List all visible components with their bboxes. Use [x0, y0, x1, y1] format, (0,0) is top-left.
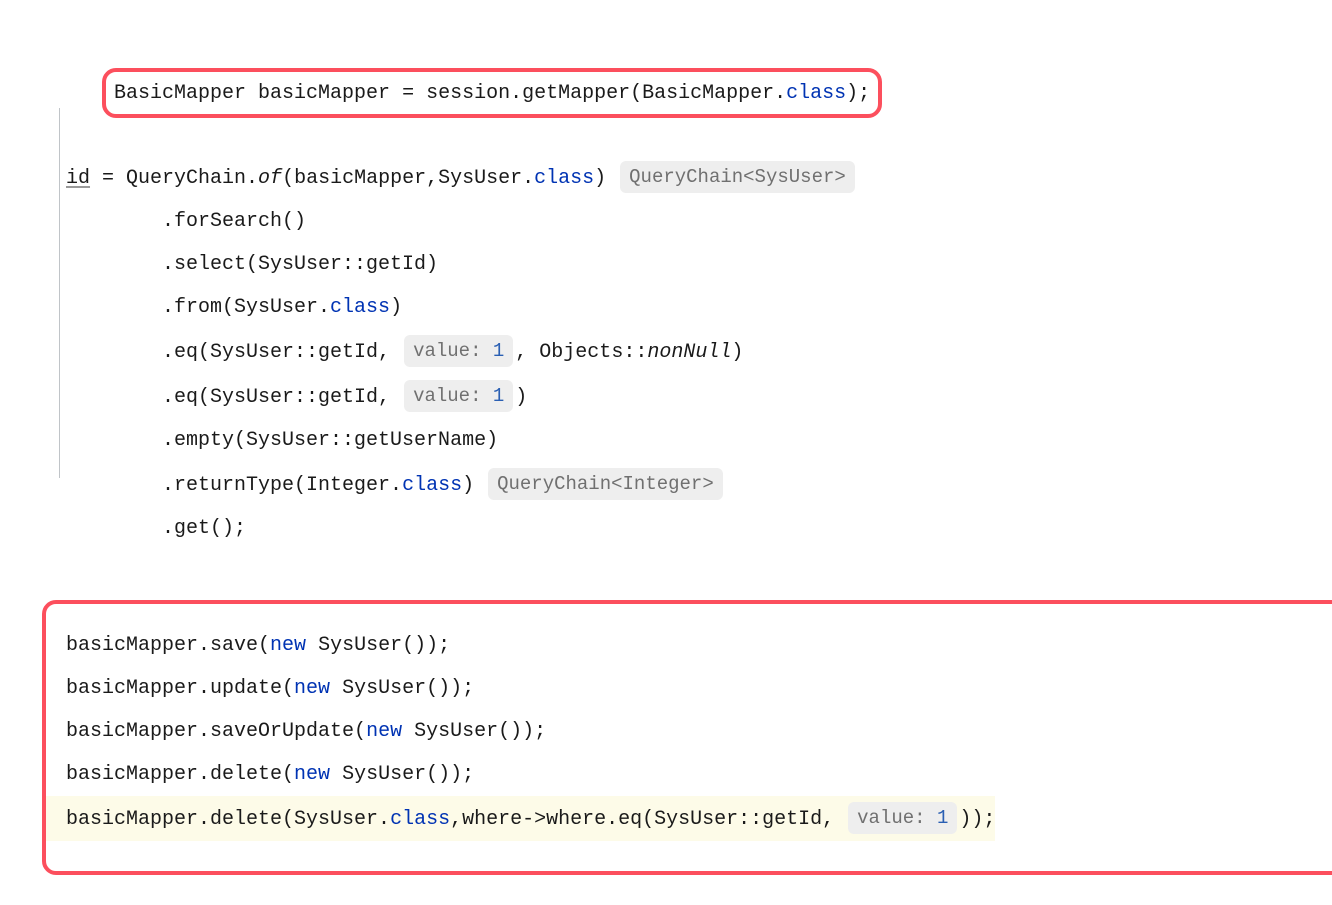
keyword-class: class [402, 474, 462, 497]
code-text: (basicMapper,SysUser. [282, 167, 534, 190]
code-line[interactable]: basicMapper.save(new SysUser()); [66, 624, 575, 667]
code-line[interactable]: .returnType(Integer.class) QueryChain<In… [66, 462, 1292, 507]
highlight-box: BasicMapper basicMapper = session.getMap… [102, 68, 882, 118]
fold-guide [59, 108, 60, 478]
code-text: basicMapper.save( [66, 634, 270, 657]
code-text: ) [390, 296, 402, 319]
code-line[interactable]: .forSearch() [66, 200, 1292, 243]
code-line[interactable]: id = QueryChain.of(basicMapper,SysUser.c… [66, 155, 1292, 200]
code-text: .returnType(Integer. [66, 474, 402, 497]
code-text: = QueryChain. [90, 167, 258, 190]
code-text: basicMapper.delete(SysUser. [66, 808, 390, 831]
keyword-new: new [294, 677, 330, 700]
code-line[interactable]: .select(SysUser::getId) [66, 243, 1292, 286]
code-text: SysUser()); [330, 677, 474, 700]
inlay-hint-param: value: 1 [404, 335, 513, 367]
inlay-hint-param: value: 1 [404, 380, 513, 412]
keyword-new: new [294, 763, 330, 786]
code-line[interactable]: basicMapper.saveOrUpdate(new SysUser()); [66, 710, 575, 753]
code-text: basicMapper.saveOrUpdate( [66, 720, 366, 743]
keyword-class: class [330, 296, 390, 319]
code-text: ) [515, 386, 527, 409]
code-text: ) [462, 474, 486, 497]
keyword-class: class [534, 167, 594, 190]
code-text: SysUser()); [402, 720, 546, 743]
code-text: ); [846, 82, 870, 105]
code-line[interactable]: .get(); [66, 507, 1292, 550]
code-line[interactable]: .eq(SysUser::getId, value: 1, Objects::n… [66, 329, 1292, 374]
code-line[interactable]: .from(SysUser.class) [66, 286, 1292, 329]
code-line-active[interactable]: basicMapper.delete(SysUser.class,where->… [42, 796, 995, 841]
method-nonnull: nonNull [647, 341, 731, 364]
code-text: )); [959, 808, 995, 831]
code-line[interactable]: basicMapper.delete(new SysUser()); [66, 753, 575, 796]
code-line[interactable]: .empty(SysUser::getUserName) [66, 419, 1292, 462]
keyword-class: class [786, 82, 846, 105]
code-editor[interactable]: BasicMapper basicMapper = session.getMap… [0, 0, 1332, 905]
code-text: ) [594, 167, 618, 190]
code-text: .from(SysUser. [66, 296, 330, 319]
code-line[interactable]: BasicMapper basicMapper = session.getMap… [66, 30, 1292, 155]
keyword-class: class [390, 808, 450, 831]
inlay-hint-type: QueryChain<SysUser> [620, 161, 855, 193]
code-text: ,where->where.eq(SysUser::getId, [450, 808, 846, 831]
variable-id: id [66, 167, 90, 190]
method-of: of [258, 167, 282, 190]
keyword-new: new [366, 720, 402, 743]
code-text: basicMapper.delete( [66, 763, 294, 786]
inlay-hint-param: value: 1 [848, 802, 957, 834]
code-text: BasicMapper basicMapper = session.getMap… [114, 82, 786, 105]
highlight-box: basicMapper.save(new SysUser()); basicMa… [42, 600, 1332, 875]
code-text: .eq(SysUser::getId, [66, 386, 402, 409]
code-text: basicMapper.update( [66, 677, 294, 700]
code-text: ) [731, 341, 743, 364]
inlay-hint-type: QueryChain<Integer> [488, 468, 723, 500]
code-text: .eq(SysUser::getId, [66, 341, 402, 364]
code-text: SysUser()); [306, 634, 450, 657]
code-text: SysUser()); [330, 763, 474, 786]
keyword-new: new [270, 634, 306, 657]
code-line[interactable]: .eq(SysUser::getId, value: 1) [66, 374, 1292, 419]
code-text: , Objects:: [515, 341, 647, 364]
code-line[interactable]: basicMapper.update(new SysUser()); [66, 667, 575, 710]
